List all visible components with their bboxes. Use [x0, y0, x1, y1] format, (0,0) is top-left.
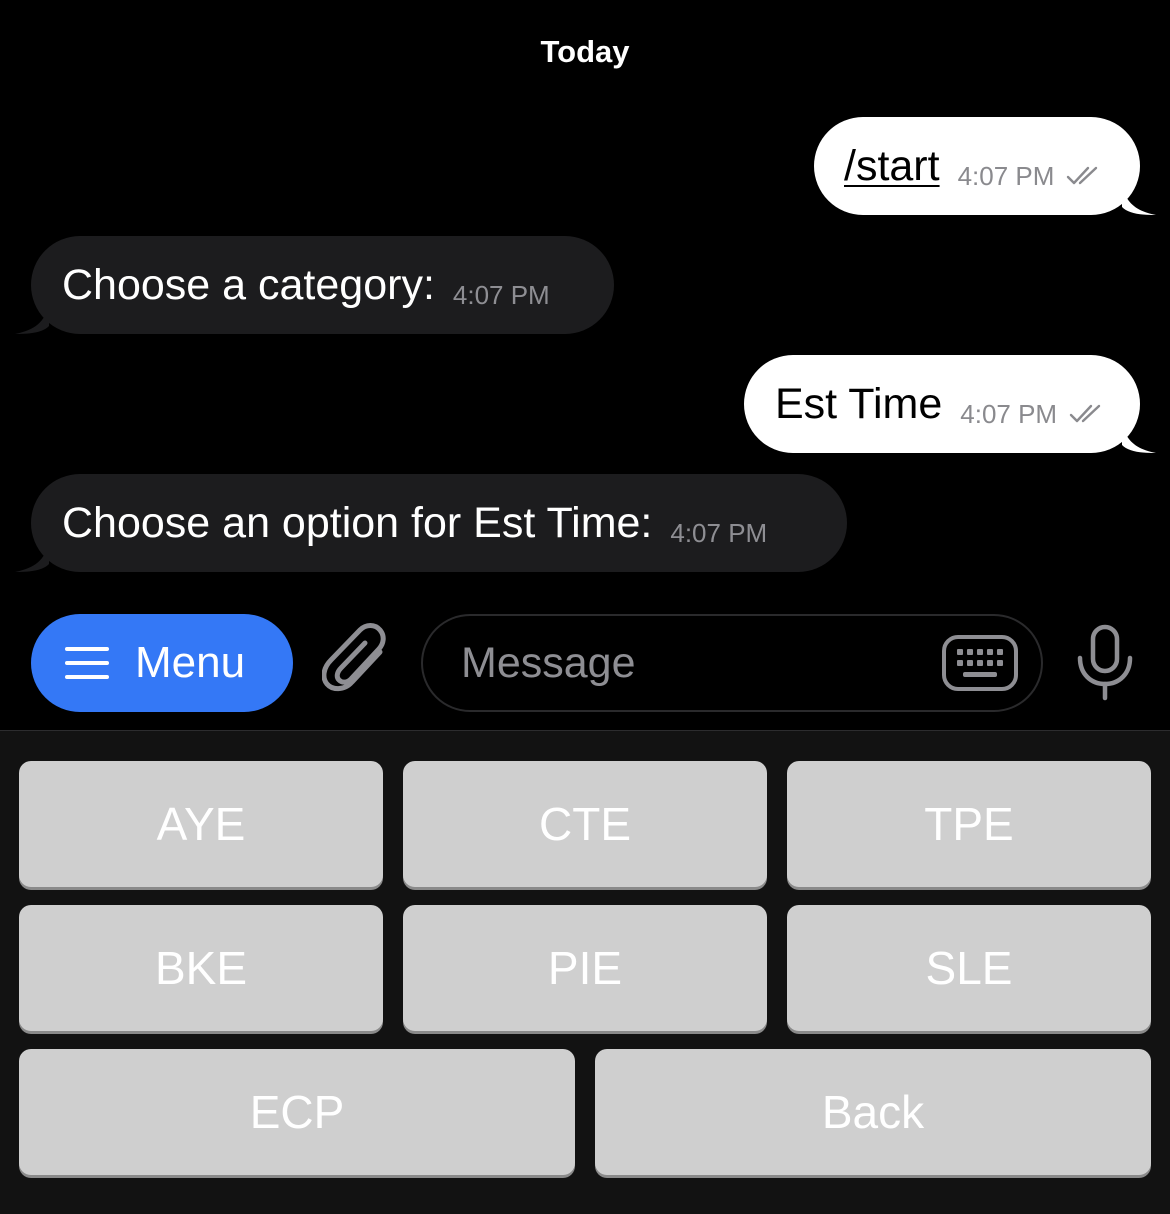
message-text: Choose a category:	[62, 260, 435, 309]
message-meta: 4:07 PM	[958, 161, 1103, 192]
keyboard-button-sle[interactable]: SLE	[787, 905, 1151, 1031]
read-checkmarks-icon	[1067, 166, 1098, 185]
command-link[interactable]: /start	[844, 142, 940, 191]
microphone-icon[interactable]	[1074, 624, 1136, 702]
message-text: Est Time	[775, 379, 943, 428]
bubble-tail	[15, 542, 49, 572]
message-bubble-outgoing: Est Time 4:07 PM	[744, 355, 1156, 453]
menu-button-label: Menu	[135, 638, 246, 687]
read-checkmarks-icon	[1069, 404, 1101, 423]
message-time: 4:07 PM	[670, 517, 768, 548]
message-field[interactable]	[421, 614, 1043, 712]
message-time: 4:07 PM	[452, 279, 550, 310]
message-bubble-incoming: Choose a category: 4:07 PM	[15, 236, 614, 334]
hamburger-icon	[65, 647, 109, 679]
bubble-tail	[1122, 423, 1156, 453]
paperclip-icon[interactable]	[322, 622, 394, 702]
message-input[interactable]	[461, 638, 921, 688]
reply-keyboard: AYE CTE TPE BKE PIE SLE ECP Back	[0, 730, 1170, 1214]
date-header: Today	[540, 34, 630, 69]
menu-button[interactable]: Menu	[31, 614, 293, 712]
keyboard-button-tpe[interactable]: TPE	[787, 761, 1151, 887]
message-meta: 4:07 PM	[960, 399, 1105, 430]
keyboard-button-pie[interactable]: PIE	[403, 905, 767, 1031]
keyboard-button-aye[interactable]: AYE	[19, 761, 383, 887]
message-text: Choose an option for Est Time:	[62, 498, 653, 547]
chat-screen: Today /start 4:07 PM Choose a category: …	[0, 0, 1170, 1214]
keyboard-button-cte[interactable]: CTE	[403, 761, 767, 887]
message-time: 4:07 PM	[957, 160, 1055, 191]
bubble-tail	[1122, 185, 1156, 215]
message-bubble-incoming: Choose an option for Est Time: 4:07 PM	[15, 474, 847, 572]
message-bubble-outgoing[interactable]: /start 4:07 PM	[814, 117, 1156, 215]
keyboard-icon[interactable]	[941, 634, 1019, 692]
keyboard-button-bke[interactable]: BKE	[19, 905, 383, 1031]
message-time: 4:07 PM	[960, 398, 1058, 429]
keyboard-button-back[interactable]: Back	[595, 1049, 1151, 1175]
keyboard-button-ecp[interactable]: ECP	[19, 1049, 575, 1175]
bubble-tail	[15, 304, 49, 334]
